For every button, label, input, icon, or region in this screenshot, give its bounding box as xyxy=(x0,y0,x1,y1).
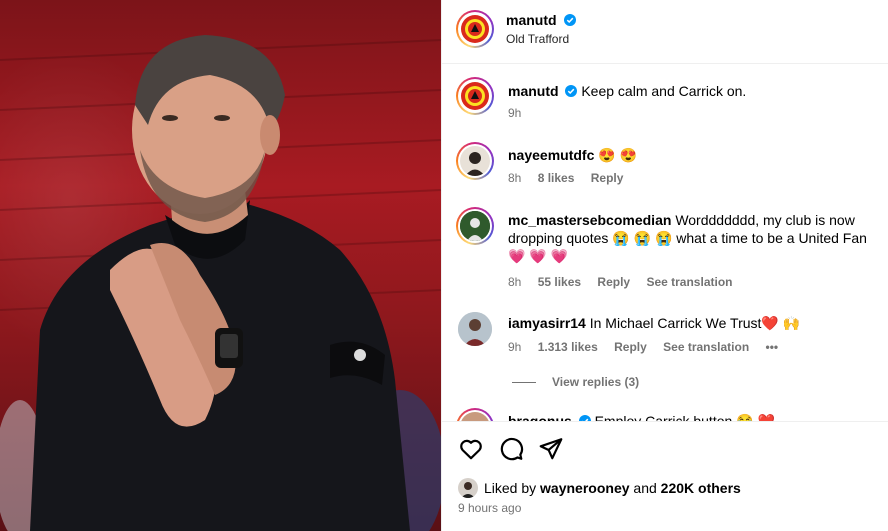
verified-badge-icon xyxy=(564,14,577,26)
post-time[interactable]: 9 hours ago xyxy=(458,501,521,515)
liked-and: and xyxy=(633,480,657,496)
reply-button[interactable]: Reply xyxy=(591,171,624,185)
commenter-username[interactable]: iamyasirr14 xyxy=(508,315,586,331)
man-utd-crest-icon xyxy=(461,15,489,43)
comment-time[interactable]: 9h xyxy=(508,340,521,354)
commenter-avatar[interactable] xyxy=(456,142,494,180)
view-replies-label: View replies (3) xyxy=(552,375,640,389)
comment-likes[interactable]: 1.313 likes xyxy=(538,340,598,354)
see-translation-button[interactable]: See translation xyxy=(663,340,749,354)
more-options-icon[interactable]: ••• xyxy=(766,340,779,354)
share-icon[interactable] xyxy=(538,436,564,462)
comment-text: Employ Carrick button 😂 ❤️ xyxy=(594,413,775,421)
commenter-username[interactable]: nayeemutdfc xyxy=(508,147,594,163)
person-avatar-icon xyxy=(461,482,475,498)
liker-avatar[interactable] xyxy=(458,478,478,498)
commenter-username[interactable]: bragonus xyxy=(508,413,572,421)
caption-avatar[interactable] xyxy=(456,77,494,115)
reply-button[interactable]: Reply xyxy=(614,340,647,354)
reply-button[interactable]: Reply xyxy=(597,275,630,289)
view-replies-button[interactable]: View replies (3) xyxy=(512,375,639,389)
see-translation-button[interactable]: See translation xyxy=(646,275,732,289)
commenter-avatar[interactable] xyxy=(458,312,492,346)
person-avatar-icon xyxy=(458,312,492,346)
author-avatar[interactable] xyxy=(456,10,494,48)
caption-time[interactable]: 9h xyxy=(508,106,521,120)
liked-user[interactable]: waynerooney xyxy=(540,480,629,496)
divider-line xyxy=(512,381,536,383)
comment-icon[interactable] xyxy=(498,436,524,462)
verified-badge-icon xyxy=(565,85,578,97)
liked-others[interactable]: 220K others xyxy=(661,480,741,496)
comment-text: In Michael Carrick We Trust❤️ 🙌 xyxy=(589,315,801,331)
michael-carrick-photo xyxy=(0,35,441,531)
person-avatar-icon xyxy=(465,152,485,176)
comment-text: 😍 😍 xyxy=(598,147,638,163)
comment-time[interactable]: 8h xyxy=(508,171,521,185)
liked-prefix: Liked by xyxy=(484,480,537,496)
post-location[interactable]: Old Trafford xyxy=(506,32,569,46)
heart-icon[interactable] xyxy=(458,436,484,462)
post-panel: manutd Old Trafford manutd Keep calm and… xyxy=(441,0,888,531)
caption-username[interactable]: manutd xyxy=(508,83,559,99)
comment-likes[interactable]: 55 likes xyxy=(538,275,581,289)
post-photo[interactable] xyxy=(0,0,441,531)
man-utd-crest-icon xyxy=(461,82,489,110)
commenter-username[interactable]: mc_mastersebcomedian xyxy=(508,212,671,228)
author-username[interactable]: manutd xyxy=(506,12,557,28)
caption-text: Keep calm and Carrick on. xyxy=(581,83,747,99)
person-avatar-icon xyxy=(460,211,490,241)
comment-likes[interactable]: 8 likes xyxy=(538,171,575,185)
post-actions: Liked by waynerooney and 220K others 9 h… xyxy=(442,421,888,531)
commenter-avatar[interactable] xyxy=(456,408,494,421)
comments-list[interactable]: manutd Keep calm and Carrick on. 9h naye… xyxy=(442,65,888,421)
post-header: manutd Old Trafford xyxy=(442,0,888,64)
comment-time[interactable]: 8h xyxy=(508,275,521,289)
commenter-avatar[interactable] xyxy=(456,207,494,245)
likes-summary: Liked by waynerooney and 220K others xyxy=(458,478,741,498)
